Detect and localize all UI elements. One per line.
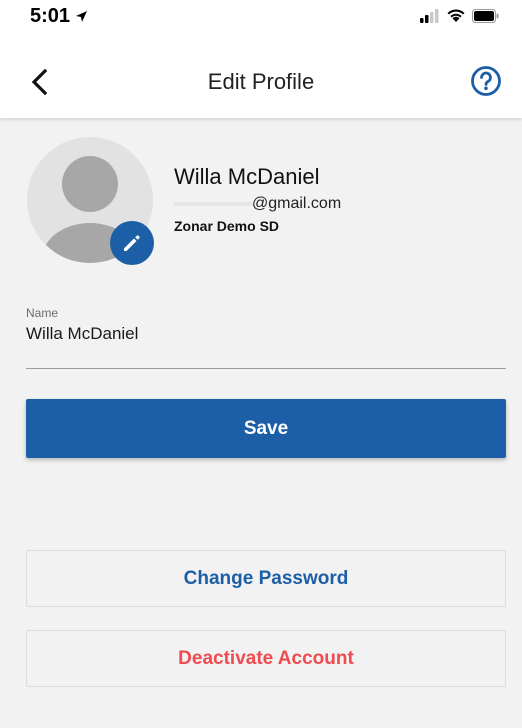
- battery-icon: [472, 8, 499, 23]
- name-field: Name: [26, 306, 506, 369]
- location-arrow-icon: [76, 11, 88, 22]
- profile-name: Willa McDaniel: [174, 164, 320, 189]
- status-indicators: [420, 8, 500, 23]
- email-redaction: [174, 201, 254, 206]
- help-icon: [471, 66, 501, 96]
- signal-icon: [420, 8, 439, 23]
- page-title: Edit Profile: [207, 69, 315, 94]
- profile-organization: Zonar Demo SD: [174, 218, 280, 234]
- status-time: 5:01: [30, 5, 88, 28]
- profile-email: @gmail.com: [174, 195, 341, 213]
- wifi-icon: [447, 9, 465, 22]
- name-input[interactable]: [26, 324, 496, 344]
- deactivate-account-button[interactable]: Deactivate Account: [26, 630, 506, 687]
- name-label: Name: [26, 306, 59, 320]
- status-bar: 5:01: [0, 0, 522, 44]
- change-password-button[interactable]: Change Password: [26, 550, 506, 607]
- pencil-icon: [124, 235, 140, 251]
- nav-bar: Edit Profile: [0, 44, 522, 118]
- help-button[interactable]: [470, 65, 502, 97]
- edit-avatar-button[interactable]: [110, 221, 154, 265]
- status-time-text: 5:01: [30, 5, 71, 27]
- profile-email-text: @gmail.com: [252, 195, 342, 212]
- save-button[interactable]: Save: [26, 399, 506, 458]
